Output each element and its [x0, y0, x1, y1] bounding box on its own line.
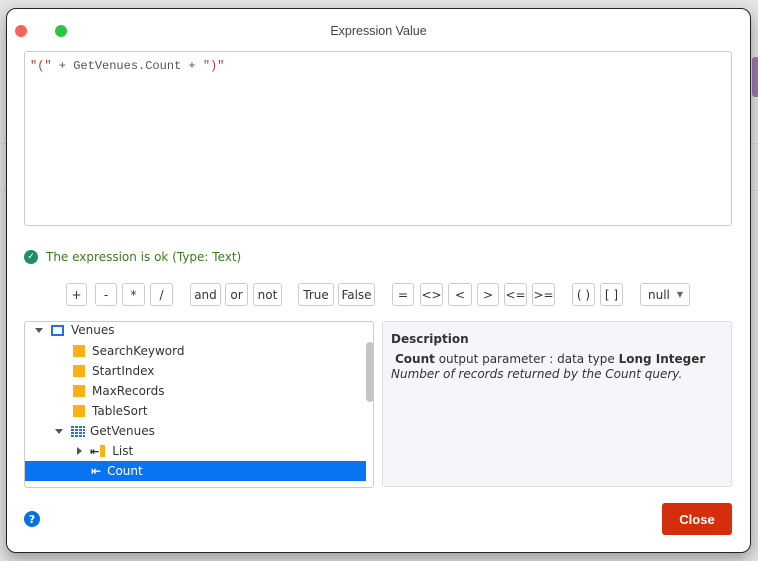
- operator-multiply-button[interactable]: *: [122, 283, 145, 306]
- expression-text: + GetVenues.Count +: [51, 59, 203, 73]
- close-button[interactable]: Close: [662, 503, 732, 535]
- expand-arrow-icon[interactable]: [55, 428, 63, 434]
- tree-item-maxrecords[interactable]: MaxRecords: [25, 381, 366, 401]
- output-parameter-icon: ⇤: [91, 464, 102, 478]
- operator-divide-button[interactable]: /: [150, 283, 173, 306]
- screen-icon: [51, 324, 64, 336]
- validation-status: ✓ The expression is ok (Type: Text): [24, 250, 241, 264]
- string-literal: "(": [30, 59, 52, 73]
- brackets-button[interactable]: [ ]: [600, 283, 623, 306]
- tree-item-label: List: [112, 444, 134, 458]
- description-heading: Description: [391, 332, 469, 346]
- output-parameter-icon-box: [100, 445, 106, 457]
- chevron-down-icon: ▼: [676, 290, 683, 299]
- variable-icon: [73, 405, 85, 417]
- dialog-title: Expression Value: [330, 24, 427, 38]
- help-icon[interactable]: ?: [24, 511, 40, 527]
- null-select[interactable]: null ▼: [640, 283, 690, 306]
- expand-arrow-icon[interactable]: [77, 447, 82, 455]
- scope-tree[interactable]: Venues SearchKeyword StartIndex MaxRecor…: [24, 321, 374, 488]
- operator-greater-than-button[interactable]: >: [477, 283, 499, 306]
- operator-not-equals-button[interactable]: <>: [420, 283, 443, 306]
- tree-item-count[interactable]: ⇤ Count: [25, 461, 366, 481]
- tree-item-list[interactable]: ⇤ List: [25, 441, 366, 461]
- operator-minus-button[interactable]: -: [95, 283, 117, 306]
- tree-item-tablesort[interactable]: TableSort: [25, 401, 366, 421]
- variable-icon: [73, 365, 85, 377]
- true-button[interactable]: True: [298, 283, 334, 306]
- tree-item-label: MaxRecords: [92, 384, 165, 398]
- operator-less-equal-button[interactable]: <=: [504, 283, 527, 306]
- status-text: The expression is ok (Type: Text): [46, 250, 242, 264]
- output-parameter-icon: ⇤: [90, 444, 100, 458]
- operator-not-button[interactable]: not: [253, 283, 282, 306]
- tree-item-label: Count: [107, 464, 143, 478]
- description-panel: Description Count output parameter : dat…: [382, 321, 732, 487]
- tree-item-label: TableSort: [92, 404, 148, 418]
- operator-plus-button[interactable]: +: [66, 283, 87, 306]
- tree-item-startindex[interactable]: StartIndex: [25, 361, 366, 381]
- description-text: output parameter : data type: [434, 352, 619, 366]
- description-name: Count: [395, 352, 435, 366]
- variable-icon: [73, 385, 85, 397]
- description-detail: Number of records returned by the Count …: [391, 367, 683, 381]
- tree-item-getvenues[interactable]: GetVenues: [25, 421, 366, 441]
- operator-and-button[interactable]: and: [190, 283, 221, 306]
- tree-item-venues[interactable]: Venues: [25, 322, 366, 340]
- expand-arrow-icon[interactable]: [35, 327, 43, 333]
- false-button[interactable]: False: [338, 283, 375, 306]
- tree-item-label: Venues: [71, 323, 115, 337]
- tree-scrollbar[interactable]: [366, 342, 373, 402]
- tree-item-label: GetVenues: [90, 424, 155, 438]
- tree-item-label: StartIndex: [92, 364, 155, 378]
- operator-or-button[interactable]: or: [225, 283, 248, 306]
- null-select-value: null: [648, 287, 670, 302]
- operator-greater-equal-button[interactable]: >=: [532, 283, 555, 306]
- string-literal: ")": [202, 59, 225, 73]
- description-type: Long Integer: [618, 352, 706, 366]
- aggregate-icon: [71, 425, 85, 437]
- tree-item-label: SearchKeyword: [92, 344, 185, 358]
- operator-equals-button[interactable]: =: [392, 283, 414, 306]
- variable-icon: [73, 345, 85, 357]
- expression-editor[interactable]: "(" + GetVenues.Count + ")": [24, 51, 732, 226]
- check-circle-icon: ✓: [24, 250, 38, 264]
- parentheses-button[interactable]: ( ): [572, 283, 595, 306]
- background-tab: [752, 57, 758, 97]
- operator-less-than-button[interactable]: <: [448, 283, 472, 306]
- tree-item-searchkeyword[interactable]: SearchKeyword: [25, 341, 366, 361]
